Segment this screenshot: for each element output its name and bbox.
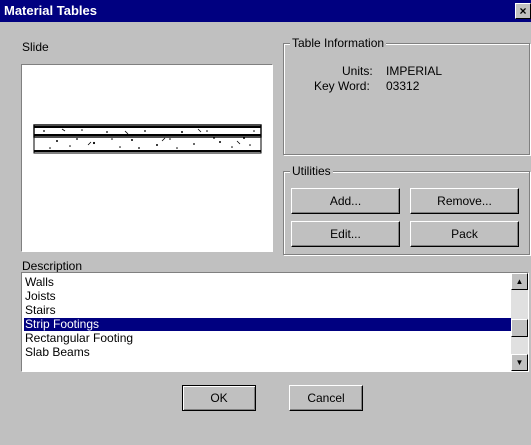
table-information-label: Table Information <box>290 36 387 50</box>
ok-button-label: OK <box>210 391 228 405</box>
description-label: Description <box>22 259 83 273</box>
pack-button[interactable]: Pack <box>410 221 519 247</box>
cancel-button-label: Cancel <box>307 391 345 405</box>
vertical-scrollbar[interactable]: ▲ ▼ <box>511 273 528 371</box>
list-item[interactable]: Rectangular Footing <box>24 332 511 345</box>
cancel-button[interactable]: Cancel <box>289 385 363 411</box>
table-information-group: Table Information <box>283 36 530 155</box>
strip-footing-drawing-icon <box>33 124 262 154</box>
keyword-label: Key Word: <box>314 79 370 93</box>
remove-button-label: Remove... <box>437 194 492 208</box>
list-item[interactable]: Joists <box>24 290 511 303</box>
edit-button[interactable]: Edit... <box>291 221 400 247</box>
add-button-label: Add... <box>329 194 362 208</box>
close-icon[interactable]: × <box>515 3 531 19</box>
list-item[interactable]: Stairs <box>24 304 511 317</box>
utilities-label: Utilities <box>290 164 333 178</box>
description-list[interactable]: Walls Joists Stairs Strip Footings Recta… <box>21 272 529 372</box>
title-bar: Material Tables × <box>0 0 531 22</box>
slide-label: Slide <box>22 40 49 54</box>
list-item[interactable]: Slab Beams <box>24 346 511 359</box>
edit-button-label: Edit... <box>330 227 361 241</box>
list-item[interactable]: Walls <box>24 276 511 289</box>
material-tables-dialog: Material Tables × Slide Table Informatio… <box>0 0 531 445</box>
keyword-value: 03312 <box>386 79 420 93</box>
window-title: Material Tables <box>4 3 97 18</box>
add-button[interactable]: Add... <box>291 188 400 214</box>
scroll-thumb[interactable] <box>511 319 528 337</box>
units-label: Units: <box>342 64 373 78</box>
units-value: IMPERIAL <box>386 64 443 78</box>
list-item-selected[interactable]: Strip Footings <box>24 318 511 331</box>
ok-button[interactable]: OK <box>182 385 256 411</box>
slide-preview <box>21 64 273 252</box>
pack-button-label: Pack <box>451 227 478 241</box>
remove-button[interactable]: Remove... <box>410 188 519 214</box>
scroll-down-icon[interactable]: ▼ <box>511 354 528 371</box>
scroll-up-icon[interactable]: ▲ <box>511 273 528 290</box>
